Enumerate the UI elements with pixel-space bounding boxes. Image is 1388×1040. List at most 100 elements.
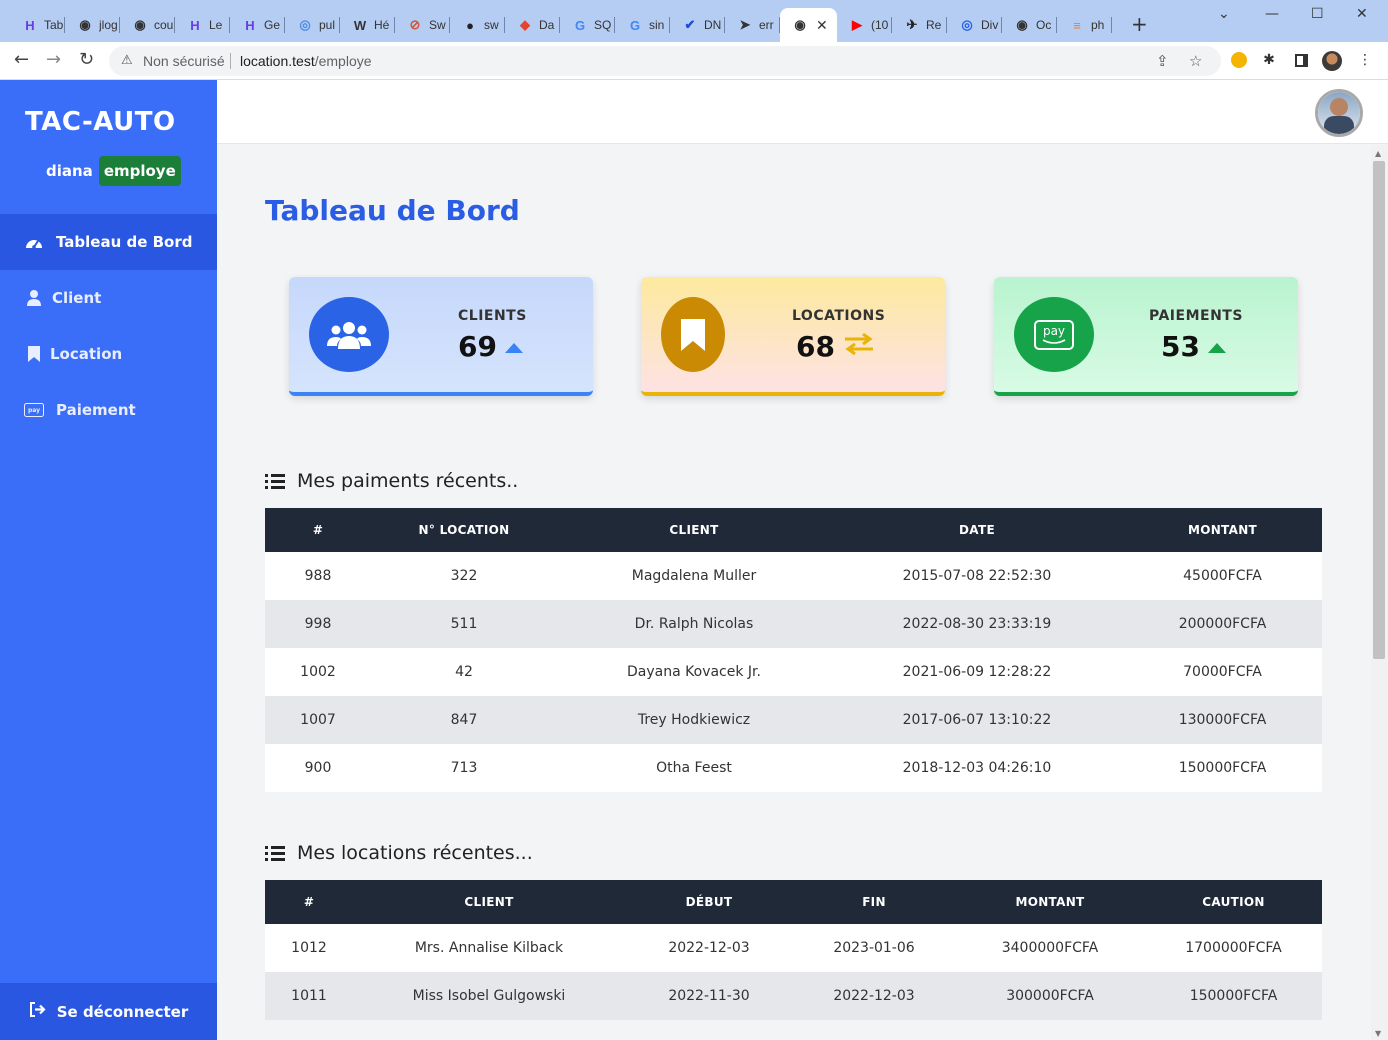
avatar-face: [1330, 98, 1348, 116]
side-panel-icon[interactable]: [1292, 51, 1310, 69]
browser-tab[interactable]: ✔ DN: [670, 8, 725, 42]
table-cell: Magdalena Muller: [631, 568, 757, 584]
table-cell: 150000FCFA: [1178, 760, 1267, 776]
table-cell: 713: [450, 760, 478, 776]
browser-tab[interactable]: ◉ cou: [120, 8, 175, 42]
browser-tab[interactable]: Gsin: [615, 8, 670, 42]
browser-tab[interactable]: ◎ pul: [285, 8, 340, 42]
send-icon: ➤: [739, 17, 751, 32]
close-tab-icon[interactable]: ✕: [816, 17, 828, 34]
locations-title: Mes locations récentes...: [297, 842, 533, 864]
role-badge: employe: [98, 156, 181, 186]
table-cell: 2018-12-03 04:26:10: [902, 760, 1052, 776]
payments-table-header: # N° LOCATION CLIENT DATE MONTANT: [265, 508, 1322, 552]
table-cell: 511: [450, 616, 478, 632]
browser-tab[interactable]: G SQ: [560, 8, 615, 42]
browser-tab[interactable]: ≡ ph: [1057, 8, 1112, 42]
reload-icon[interactable]: ↻: [79, 50, 94, 70]
browser-tab-label: sin: [649, 18, 665, 32]
clients-card: CLIENTS 69: [289, 277, 593, 396]
table-cell: Miss Isobel Gulgowski: [412, 988, 566, 1004]
scrollbar-thumb[interactable]: [1373, 161, 1385, 659]
forward-arrow-icon[interactable]: →: [46, 50, 61, 70]
bookmark-icon: [24, 345, 44, 363]
extension-badge-icon[interactable]: [1230, 51, 1248, 69]
top-bar: [217, 80, 1388, 144]
maximize-button[interactable]: ☐: [1311, 6, 1324, 22]
globe-icon: ◉: [1016, 17, 1028, 32]
column-header: DÉBUT: [685, 895, 733, 909]
page-scrollbar[interactable]: ▲ ▼: [1371, 145, 1388, 1040]
browser-tab[interactable]: ◉ Oc: [1002, 8, 1057, 42]
browser-tab[interactable]: H Ge: [230, 8, 285, 42]
share-icon[interactable]: ⇪: [1156, 52, 1169, 70]
user-info: diana employe: [46, 156, 181, 186]
browser-tab[interactable]: ➤ err: [725, 8, 780, 42]
paiements-card: pay PAIEMENTS 53: [994, 277, 1298, 396]
close-window-button[interactable]: ✕: [1356, 6, 1368, 22]
browser-tab[interactable]: ▶ (10: [837, 8, 892, 42]
browser-tab[interactable]: ◉ ✕: [780, 8, 837, 42]
table-cell: 2022-08-30 23:33:19: [902, 616, 1052, 632]
table-cell: 42: [455, 664, 473, 680]
locations-value-row: 68: [796, 330, 875, 363]
sidebar-item-location[interactable]: Location: [0, 326, 217, 382]
table-cell: 150000FCFA: [1189, 988, 1278, 1004]
browser-tab-label: DN: [704, 18, 722, 32]
table-cell: 300000FCFA: [1006, 988, 1094, 1004]
browser-tab[interactable]: H Le: [175, 8, 230, 42]
browser-tab[interactable]: ⊘ Sw: [395, 8, 450, 42]
minimize-button[interactable]: —: [1265, 6, 1279, 22]
user-icon: [24, 289, 44, 307]
insecure-label[interactable]: Non sécurisé: [143, 53, 225, 69]
table-cell: 2017-06-07 13:10:22: [902, 712, 1052, 728]
browser-tab[interactable]: ◉ jlog: [65, 8, 120, 42]
bookmark-icon: [661, 297, 725, 372]
scroll-down-icon[interactable]: ▼: [1375, 1029, 1381, 1038]
checklist-icon: ✔: [684, 17, 696, 32]
table-cell: 2022-12-03: [668, 940, 750, 956]
back-arrow-icon[interactable]: ←: [14, 50, 29, 70]
table-cell: Trey Hodkiewicz: [637, 712, 751, 728]
kebab-menu-icon[interactable]: ⋮: [1356, 51, 1374, 69]
table-row: 1007 847 Trey Hodkiewicz 2017-06-07 13:10:2…: [265, 696, 1322, 744]
warning-icon[interactable]: ⚠: [121, 53, 133, 68]
puzzle-icon[interactable]: ✱: [1260, 51, 1278, 69]
address-bar[interactable]: ⚠ Non sécurisé location.test/employe ⇪ ☆: [109, 46, 1221, 76]
table-cell: 2015-07-08 22:52:30: [902, 568, 1052, 584]
clients-value: 69: [458, 330, 497, 363]
sidebar-item-tableau-de-bord[interactable]: Tableau de Bord: [0, 214, 217, 270]
avatar[interactable]: [1315, 89, 1363, 137]
table-cell: 2021-06-09 12:28:22: [902, 664, 1052, 680]
column-header: #: [303, 895, 315, 909]
locations-value: 68: [796, 330, 835, 363]
scroll-up-icon[interactable]: ▲: [1375, 149, 1381, 158]
exchange-arrows-icon: [843, 332, 875, 360]
bookmark-star-icon[interactable]: ☆: [1189, 52, 1202, 70]
new-tab-button[interactable]: +: [1131, 14, 1148, 34]
tab-search-icon[interactable]: ⌄: [1218, 6, 1230, 22]
sidebar-item-client[interactable]: Client: [0, 270, 217, 326]
browser-tab[interactable]: ◆ Da: [505, 8, 560, 42]
browser-tab[interactable]: ◎ Div: [947, 8, 1002, 42]
table-row: 900 713 Otha Feest 2018-12-03 04:26:10 15000…: [265, 744, 1322, 792]
browser-tab[interactable]: W Hé: [340, 8, 395, 42]
column-header: CLIENT: [464, 895, 514, 909]
browser-tab[interactable]: ✈ Re: [892, 8, 947, 42]
url-text[interactable]: location.test/employe: [240, 53, 372, 69]
sidebar-item-paiement[interactable]: pay Paiement: [0, 382, 217, 438]
browser-tab-label: pul: [319, 18, 336, 32]
logout-button[interactable]: Se déconnecter: [0, 983, 217, 1040]
table-cell: 1700000FCFA: [1185, 940, 1282, 956]
browser-tab[interactable]: ● sw: [450, 8, 505, 42]
table-cell: 322: [450, 568, 478, 584]
sidebar-item-label: Location: [50, 345, 123, 363]
globe-icon: ◉: [794, 17, 806, 32]
hostinger-icon: H: [190, 17, 200, 33]
profile-avatar[interactable]: [1322, 51, 1342, 71]
sign-out-icon: [29, 1002, 47, 1021]
table-cell: 847: [450, 712, 478, 728]
clients-label: CLIENTS: [458, 308, 527, 324]
list-icon: [265, 473, 285, 489]
browser-tab[interactable]: H Tab: [10, 8, 65, 42]
